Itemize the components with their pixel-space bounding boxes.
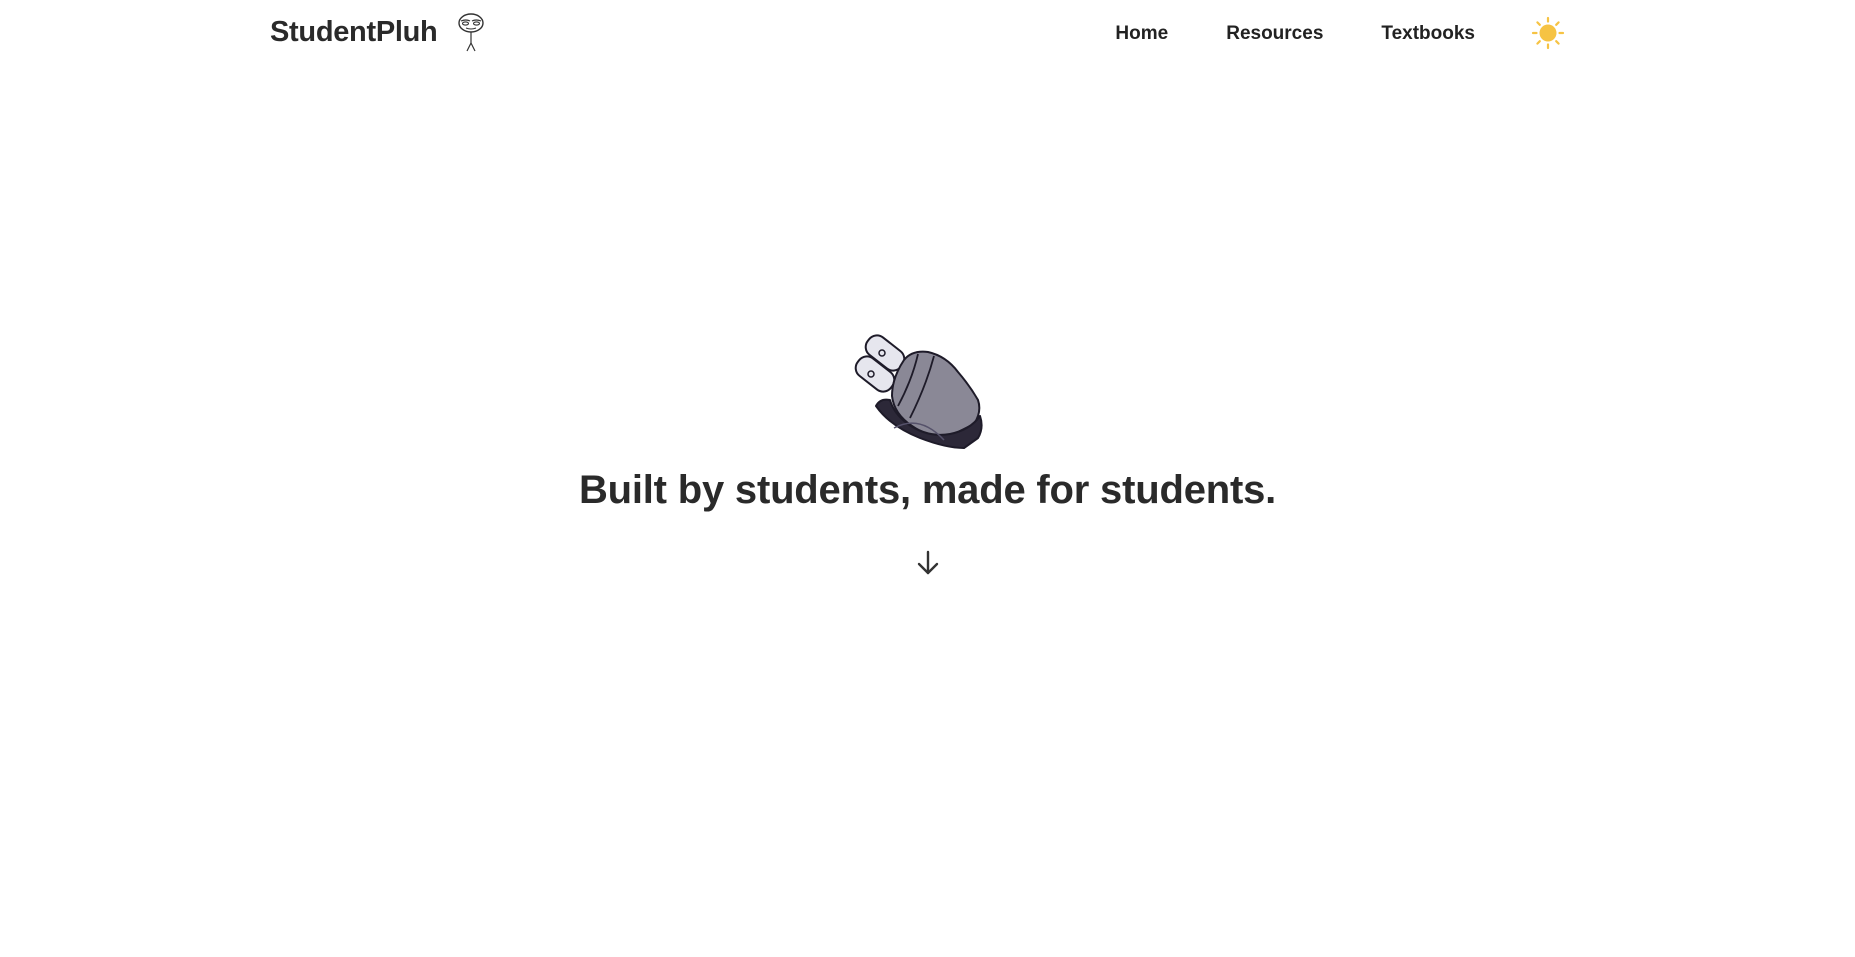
scroll-down-button[interactable] — [913, 549, 943, 579]
nav-link-resources[interactable]: Resources — [1226, 23, 1323, 45]
hero-title: Built by students, made for students. — [578, 468, 1277, 512]
brand-title: StudentPluh — [270, 15, 438, 48]
main-nav: Home Resources Textbooks — [1057, 0, 1565, 68]
brand-home-link[interactable]: StudentPluh — [270, 12, 487, 52]
hero-section: Built by students, made for students. — [0, 330, 1855, 579]
power-plug-icon — [846, 330, 996, 460]
theme-toggle-button[interactable] — [1531, 16, 1565, 53]
nav-link-home[interactable]: Home — [1115, 23, 1168, 45]
sun-icon — [1531, 16, 1565, 53]
page: StudentPluh Home Resources Textbooks Bui… — [0, 0, 1855, 957]
arrow-down-icon — [916, 549, 940, 580]
top-header: StudentPluh Home Resources Textbooks — [0, 0, 1855, 68]
stick-figure-mascot-icon — [455, 12, 487, 52]
nav-link-textbooks[interactable]: Textbooks — [1381, 23, 1475, 45]
